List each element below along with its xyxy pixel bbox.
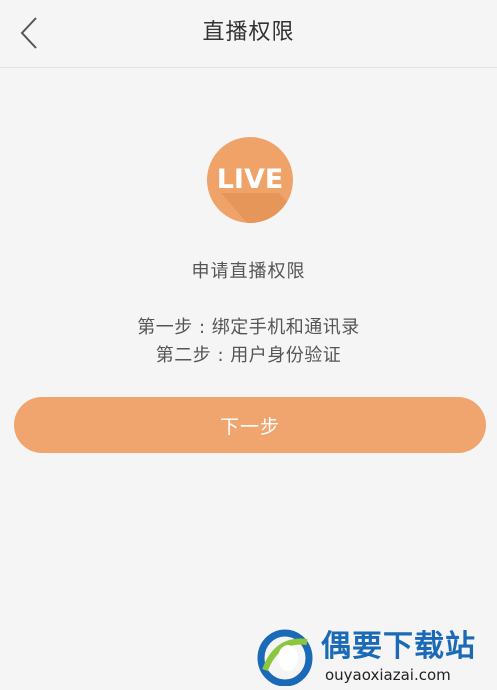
top-bar: 直播权限 [0, 0, 497, 68]
live-badge-text: LIVE [216, 164, 284, 195]
watermark-url: ouyaoxiazai.com [325, 666, 451, 684]
step-1: 第一步 : 绑定手机和通讯录 [137, 317, 360, 338]
watermark-logo-icon [257, 629, 313, 686]
next-step-button[interactable]: 下一步 [14, 397, 486, 453]
step-2: 第二步 : 用户身份验证 [155, 345, 342, 366]
apply-title: 申请直播权限 [191, 261, 306, 282]
page-title: 直播权限 [202, 20, 295, 45]
live-badge: LIVE [207, 137, 293, 223]
steps-list: 第一步 : 绑定手机和通讯录 第二步 : 用户身份验证 [0, 314, 497, 370]
watermark-name: 偶要下载站 [321, 629, 476, 664]
watermark: 偶要下载站 ouyaoxiazai.com [255, 628, 493, 688]
